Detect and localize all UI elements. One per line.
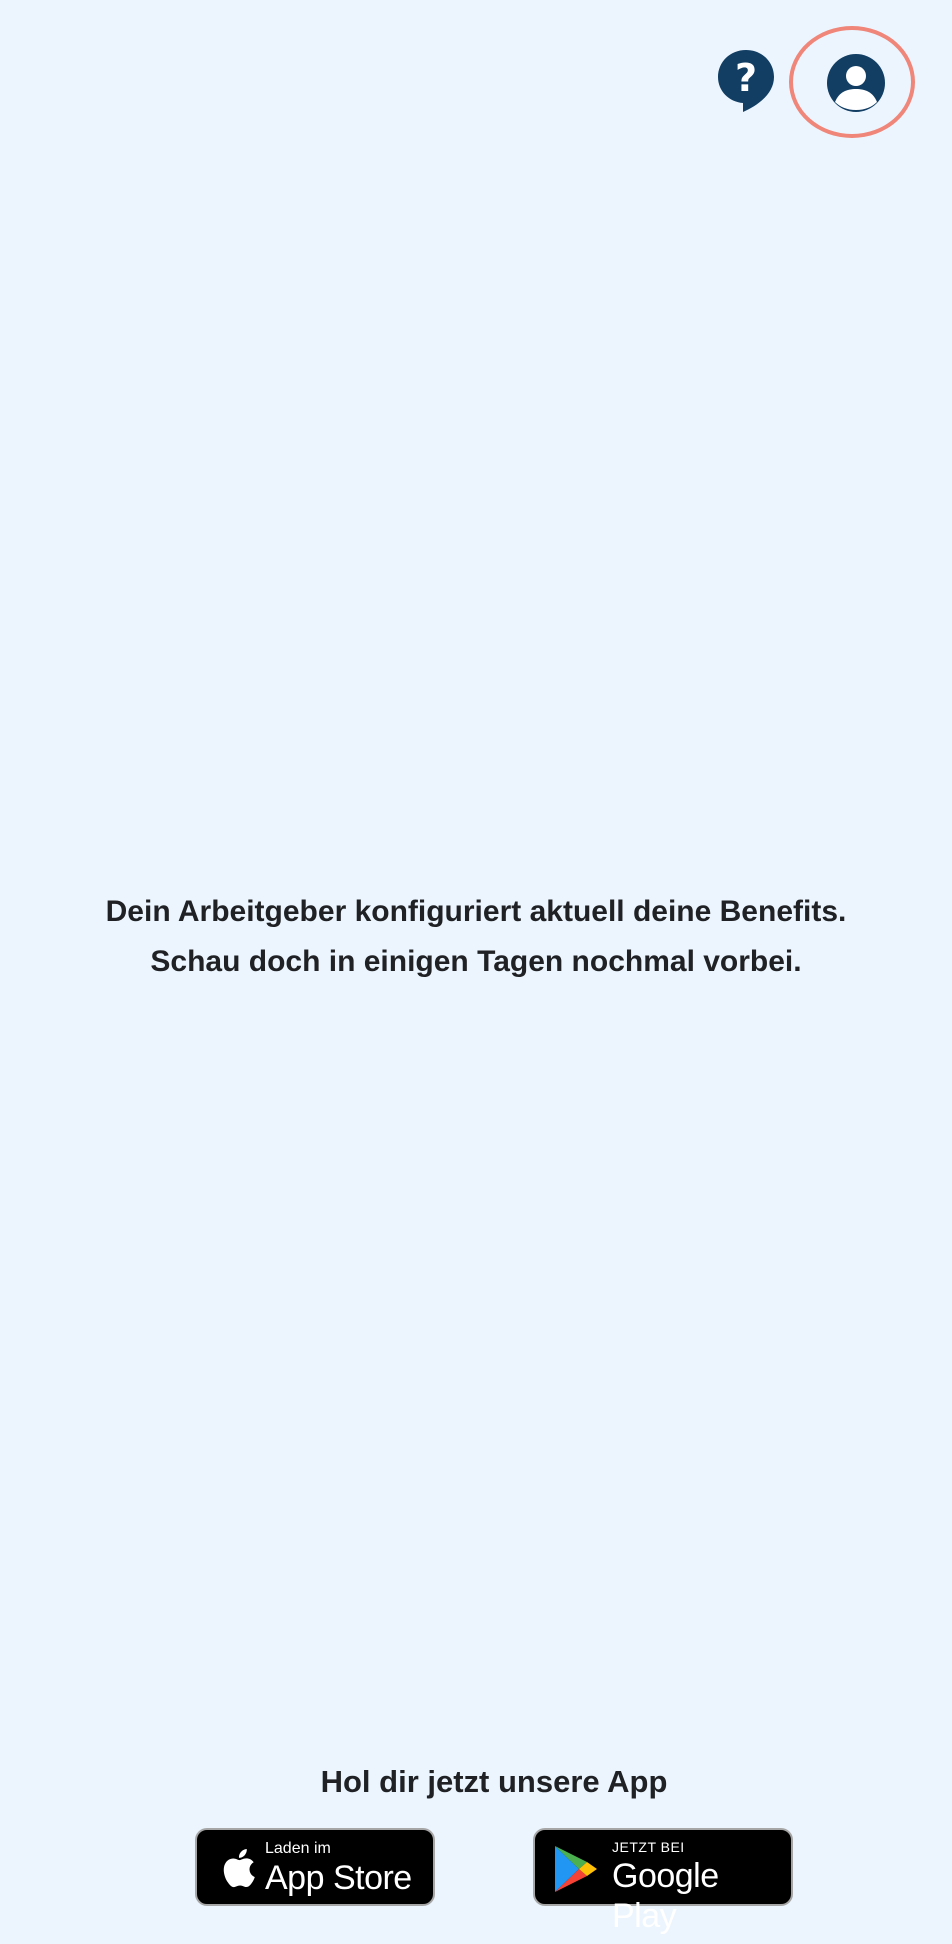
avatar <box>827 54 885 112</box>
apple-logo-icon <box>215 1844 257 1892</box>
google-play-small-label: JETZT BEI <box>612 1839 685 1855</box>
header-actions: ? <box>0 0 952 150</box>
google-play-badge[interactable]: JETZT BEI Google Play <box>533 1828 793 1935</box>
profile-button[interactable] <box>789 26 915 138</box>
app-store-small-label: Laden im <box>265 1840 331 1857</box>
message-line-1: Dein Arbeitgeber konfiguriert aktuell de… <box>105 895 847 928</box>
google-play-large-label: Google Play <box>612 1857 719 1935</box>
help-button[interactable]: ? <box>716 48 776 114</box>
app-store-badge[interactable]: Laden im App Store <box>195 1828 435 1906</box>
app-store-badge-text: Laden im App Store <box>265 1840 412 1898</box>
message-line-2: Schau doch in einigen Tagen nochmal vorb… <box>150 945 802 978</box>
account-circle-icon <box>827 54 885 112</box>
empty-state-message: Dein Arbeitgeber konfiguriert aktuell de… <box>0 887 952 987</box>
app-promo-title: Hol dir jetzt unsere App <box>320 1764 668 1799</box>
google-play-logo-icon <box>551 1842 599 1896</box>
help-bubble-icon: ? <box>718 50 774 112</box>
app-store-large-label: App Store <box>265 1859 412 1897</box>
svg-text:?: ? <box>735 56 757 100</box>
google-play-badge-text: JETZT BEI Google Play <box>612 1838 791 1936</box>
